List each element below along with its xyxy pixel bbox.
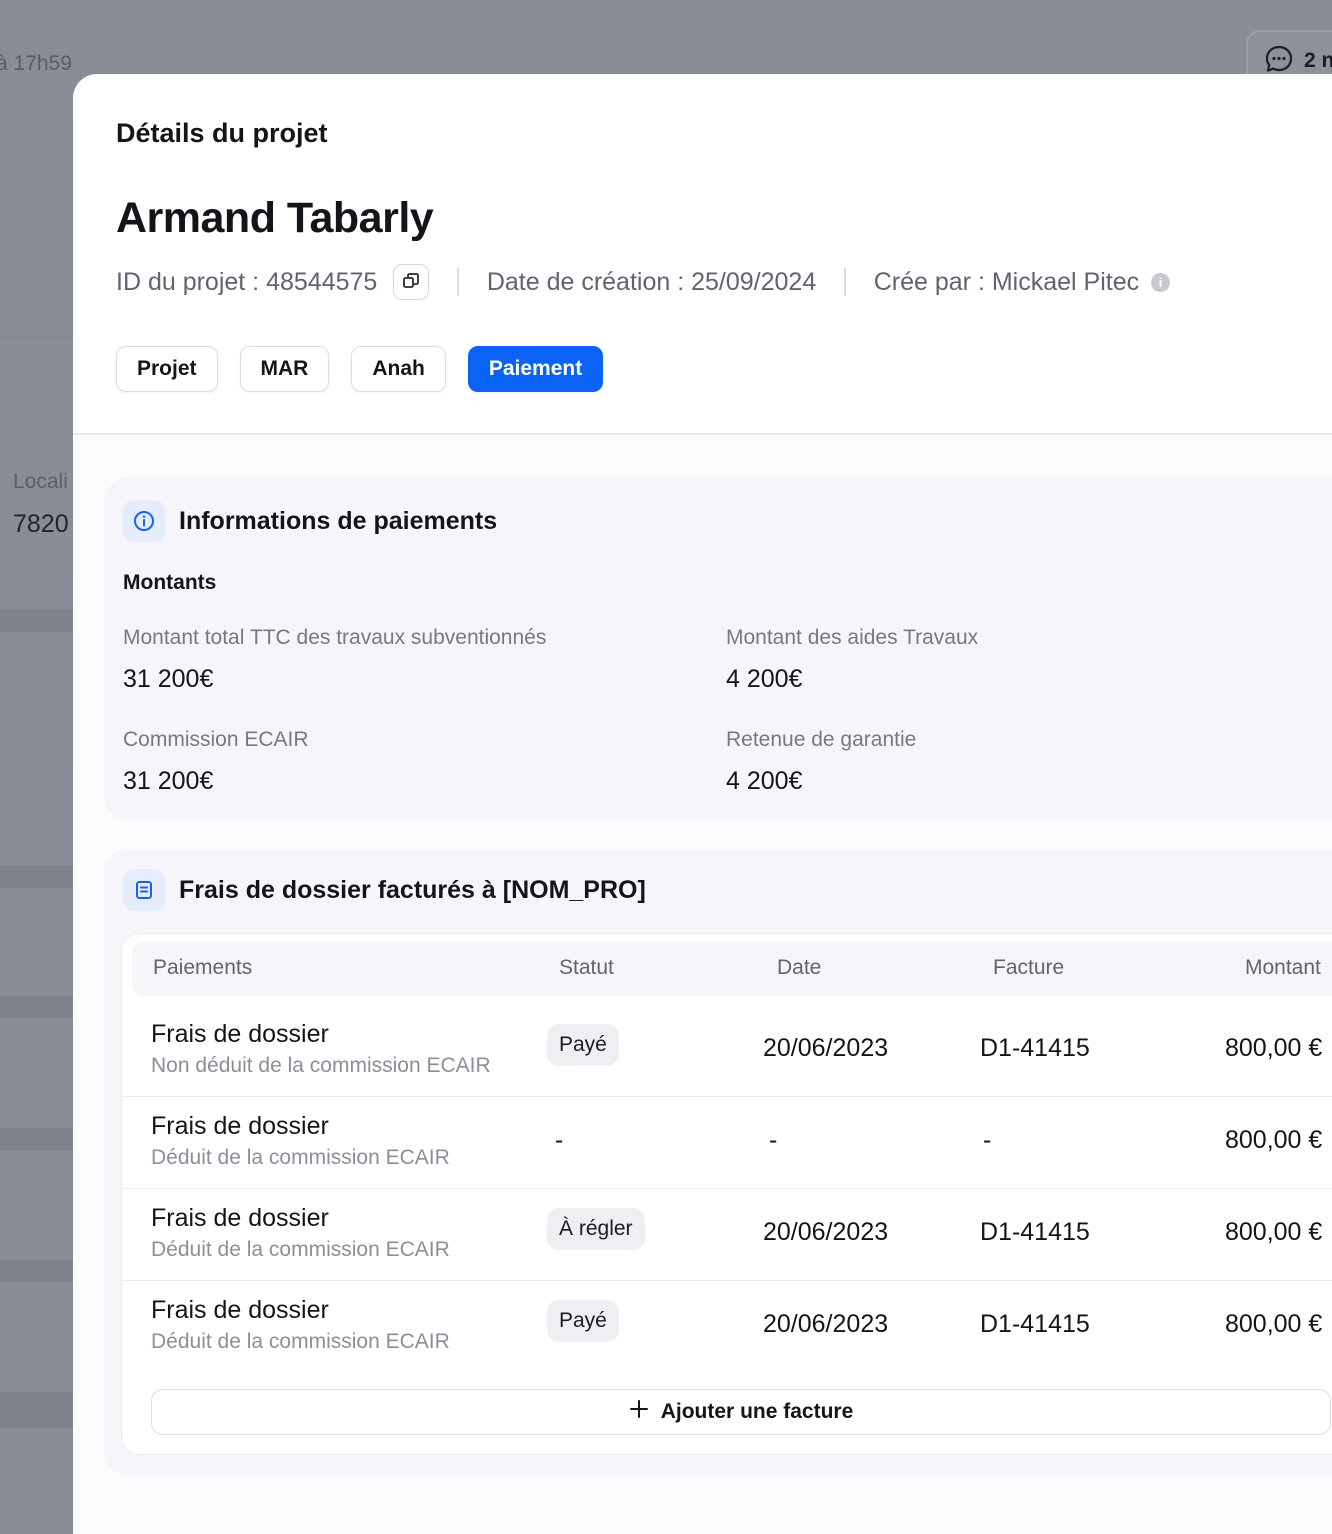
client-name: Armand Tabarly: [116, 194, 434, 242]
invoice-number[interactable]: D1-41415: [980, 1218, 1090, 1247]
payment-label: Frais de dossier: [151, 1020, 329, 1048]
payment-label: Frais de dossier: [151, 1296, 329, 1324]
fees-table: Paiements Statut Date Facture Montant Fr…: [121, 933, 1332, 1455]
fees-header: Frais de dossier facturés à [NOM_PRO]: [123, 869, 646, 911]
add-invoice-button[interactable]: Ajouter une facture: [151, 1389, 1331, 1435]
payment-sub: Déduit de la commission ECAIR: [151, 1238, 450, 1261]
tab-anah[interactable]: Anah: [351, 346, 446, 392]
amounts-section-label: Montants: [123, 571, 217, 594]
receipt-icon: [123, 869, 165, 911]
plus-icon: [629, 1399, 649, 1425]
project-meta: ID du projet : 48544575 Date de création…: [116, 264, 1171, 300]
background-location-value: 7820: [13, 510, 69, 538]
payment-sub: Déduit de la commission ECAIR: [151, 1146, 450, 1169]
payment-label: Frais de dossier: [151, 1204, 329, 1232]
meta-separator: [457, 268, 459, 296]
payment-amount: 800,00 €: [1225, 1034, 1323, 1062]
info-icon[interactable]: i: [1151, 272, 1171, 292]
commission-value: 31 200€: [123, 767, 214, 795]
table-row[interactable]: Frais de dossier Déduit de la commission…: [122, 1096, 1332, 1189]
invoice-number[interactable]: D1-41415: [980, 1034, 1090, 1063]
add-invoice-label: Ajouter une facture: [660, 1400, 854, 1423]
table-row[interactable]: Frais de dossier Déduit de la commission…: [122, 1280, 1332, 1372]
chat-count: 2 n: [1304, 49, 1332, 72]
payment-label: Frais de dossier: [151, 1112, 329, 1140]
guarantee-value: 4 200€: [726, 767, 803, 795]
aid-amount-value: 4 200€: [726, 665, 803, 693]
background-divider: [0, 866, 74, 888]
background-panel: [0, 570, 74, 610]
aid-amount-label: Montant des aides Travaux: [726, 626, 979, 649]
column-header: Statut: [559, 956, 614, 979]
column-header: Montant: [1245, 956, 1321, 979]
column-header: Date: [777, 956, 822, 979]
payment-date: -: [769, 1126, 778, 1154]
background-divider: [0, 610, 74, 632]
created-by: Crée par : Mickael Pitec: [873, 267, 1140, 296]
creation-date: Date de création : 25/09/2024: [486, 267, 817, 296]
payment-sub: Non déduit de la commission ECAIR: [151, 1054, 491, 1077]
payment-amount: 800,00 €: [1225, 1218, 1323, 1246]
background-divider: [0, 1128, 74, 1150]
table-row[interactable]: Frais de dossier Déduit de la commission…: [122, 1188, 1332, 1281]
payment-info-title: Informations de paiements: [179, 506, 498, 535]
tab-projet[interactable]: Projet: [116, 346, 218, 392]
fees-title: Frais de dossier facturés à [NOM_PRO]: [179, 875, 646, 904]
table-row[interactable]: Frais de dossier Non déduit de la commis…: [122, 1004, 1332, 1097]
column-header: Facture: [993, 956, 1065, 979]
copy-id-button[interactable]: [393, 264, 430, 300]
background-divider: [0, 1392, 74, 1428]
commission-label: Commission ECAIR: [123, 728, 309, 751]
payment-amount: 800,00 €: [1225, 1310, 1323, 1338]
status-badge: Payé: [547, 1300, 619, 1342]
background-time: à 17h59: [0, 52, 72, 75]
background-location-label: Locali: [13, 470, 68, 493]
status-empty: -: [555, 1126, 564, 1154]
column-header: Paiements: [153, 956, 253, 979]
background-divider: [0, 996, 74, 1018]
project-tabs: Projet MAR Anah Paiement: [116, 346, 604, 392]
tab-mar[interactable]: MAR: [239, 346, 330, 392]
project-details-modal: Détails du projet Armand Tabarly ID du p…: [73, 74, 1332, 1534]
modal-title: Détails du projet: [116, 118, 328, 148]
meta-separator: [844, 268, 846, 296]
status-badge: À régler: [547, 1208, 645, 1250]
background-panel: [0, 120, 74, 340]
fees-card: Frais de dossier facturés à [NOM_PRO] Pa…: [104, 849, 1332, 1475]
payment-date: 20/06/2023: [763, 1218, 889, 1246]
guarantee-label: Retenue de garantie: [726, 728, 917, 751]
table-header: Paiements Statut Date Facture Montant: [132, 942, 1332, 996]
total-ttc-label: Montant total TTC des travaux subvention…: [123, 626, 547, 649]
copy-icon: [402, 268, 420, 297]
project-id: ID du projet : 48544575: [116, 267, 378, 296]
background-panel: [0, 760, 74, 865]
background-divider: [0, 1260, 74, 1282]
info-circle-icon: [123, 500, 165, 542]
payment-info-header: Informations de paiements: [123, 500, 497, 542]
payment-date: 20/06/2023: [763, 1310, 889, 1338]
status-badge: Payé: [547, 1024, 619, 1066]
tab-paiement[interactable]: Paiement: [467, 346, 604, 392]
payment-sub: Déduit de la commission ECAIR: [151, 1330, 450, 1353]
payment-date: 20/06/2023: [763, 1034, 889, 1062]
invoice-number[interactable]: D1-41415: [980, 1310, 1090, 1339]
payment-info-card: Informations de paiements Montants Monta…: [104, 478, 1332, 820]
invoice-number: -: [983, 1126, 992, 1154]
total-ttc-value: 31 200€: [123, 665, 214, 693]
payment-amount: 800,00 €: [1225, 1126, 1323, 1154]
